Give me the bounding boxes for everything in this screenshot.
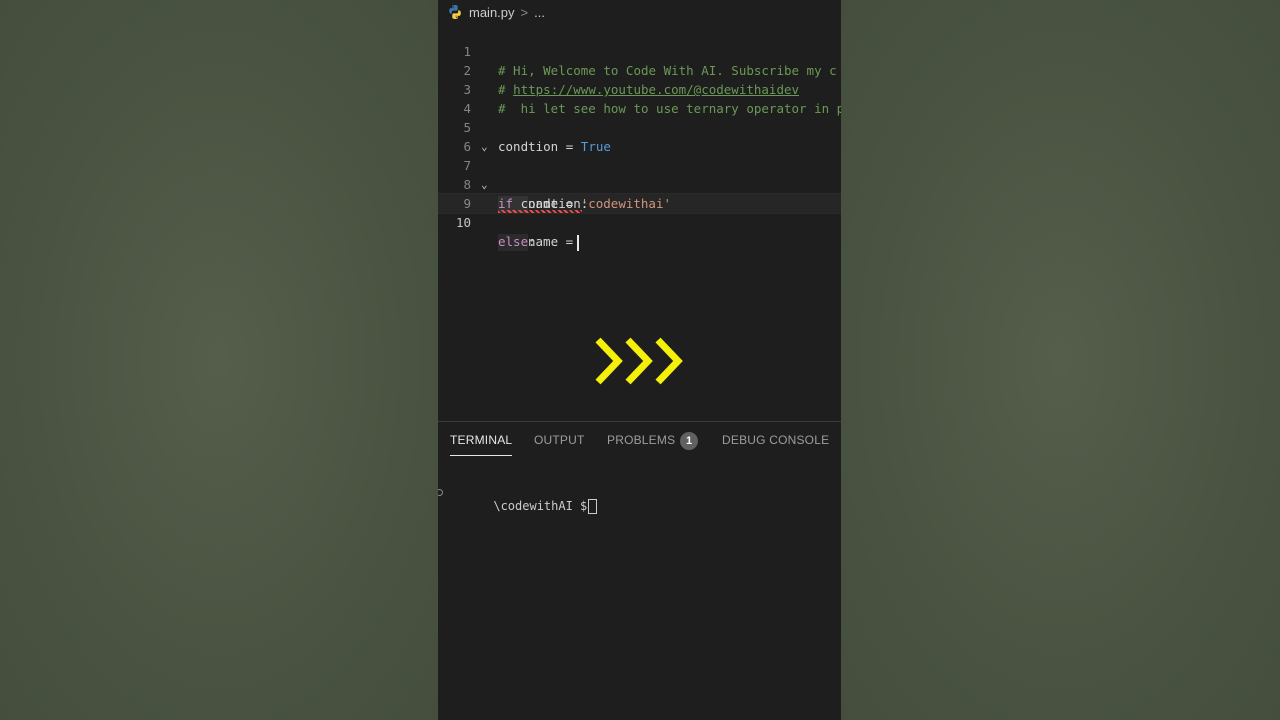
breadcrumb-filename[interactable]: main.py [469,5,515,20]
code-line: 1 # Hi, Welcome to Code With AI. Subscri… [438,23,841,78]
tab-output[interactable]: OUTPUT [534,433,585,455]
code-line: 5 condtion = True [438,99,841,154]
line-number: 10 [455,215,471,230]
code-line: 7 ⌄ if condtion: [438,137,841,211]
error-squiggle [498,210,582,213]
code-line: 9 ⌄ else: [438,175,841,249]
current-code-line[interactable]: 10 name = [438,193,841,251]
variable-token: name [528,234,559,249]
terminal-status-icon [438,489,443,496]
operator-token: = [558,234,574,249]
tab-problems[interactable]: PROBLEMS [607,433,675,455]
fold-chevron-icon[interactable]: ⌄ [481,137,493,156]
background-right [841,0,1280,720]
code-line: 4 [438,80,841,116]
triple-chevron-arrow-icon [595,337,683,385]
background-left [0,0,438,720]
fold-chevron-icon[interactable]: ⌄ [481,175,493,194]
terminal-output[interactable]: \codewithAI $ [450,485,598,528]
vscode-window: main.py > ... 1 # Hi, Welcome to Code Wi… [438,0,841,720]
bottom-panel: TERMINAL OUTPUT PROBLEMS 1 DEBUG CONSOLE… [438,421,841,720]
indent-guide [498,234,528,251]
terminal-cursor [588,499,598,514]
code-line: 2 # https://www.youtube.com/@codewithaid… [438,42,841,97]
text-cursor [577,234,580,251]
breadcrumb-more[interactable]: ... [534,5,545,20]
tab-terminal[interactable]: TERMINAL [450,433,513,456]
code-line: 8 name = 'codewithai' [438,156,841,213]
code-line: 6 [438,118,841,154]
breadcrumb: main.py > ... [438,0,841,24]
problems-count-badge: 1 [680,432,698,450]
code-line: 3 # hi let see how to use ternary operat… [438,61,841,116]
breadcrumb-separator: > [520,4,529,20]
terminal-prompt: \codewithAI $ [493,499,588,513]
python-file-icon [449,5,461,19]
panel-tabs: TERMINAL OUTPUT PROBLEMS 1 DEBUG CONSOLE [438,422,841,458]
tab-debug-console[interactable]: DEBUG CONSOLE [722,433,829,455]
